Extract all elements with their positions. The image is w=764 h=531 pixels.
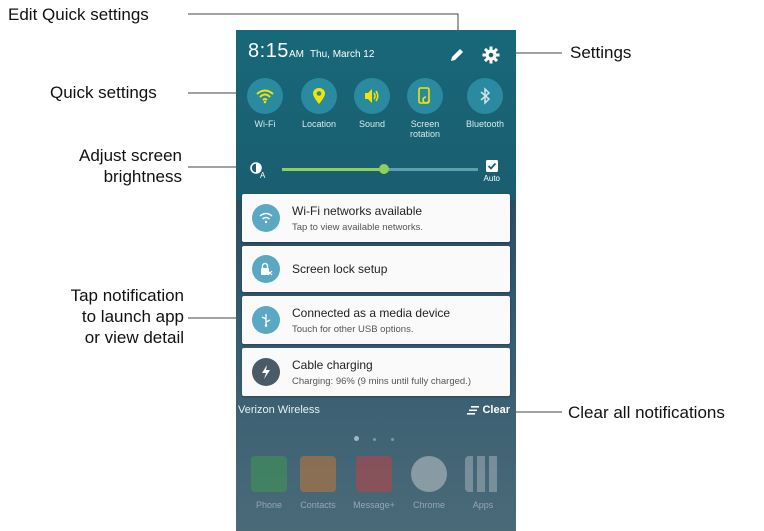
speaker-icon xyxy=(365,89,379,103)
qs-location-circle xyxy=(301,78,337,114)
gear-icon xyxy=(482,46,500,64)
dock-contacts[interactable]: Contacts xyxy=(297,456,339,510)
notification-charging[interactable]: Cable charging Charging: 96% (9 mins unt… xyxy=(242,348,510,396)
dock-label: Chrome xyxy=(412,500,445,510)
qs-rotation-label: Screen rotation xyxy=(400,119,450,139)
dock-label: Apps xyxy=(472,500,494,510)
chrome-app-icon xyxy=(411,456,447,492)
clock-date: Thu, March 12 xyxy=(309,49,375,60)
qs-bluetooth-circle xyxy=(467,78,503,114)
notification-detail: Charging: 96% (9 mins until fully charge… xyxy=(292,376,472,387)
page-dot xyxy=(390,438,394,441)
wifi-icon xyxy=(256,89,274,104)
dock-label: Contacts xyxy=(300,500,336,510)
svg-text:A: A xyxy=(260,171,266,179)
qs-rotation-label-line2: rotation xyxy=(409,129,441,139)
brightness-fill xyxy=(282,168,384,171)
page-indicator xyxy=(354,428,394,446)
location-pin-icon xyxy=(313,88,325,104)
charging-bolt-icon xyxy=(252,358,280,386)
contacts-app-icon xyxy=(300,456,336,492)
notification-title: Connected as a media device xyxy=(292,306,451,320)
qs-wifi-label: Wi-Fi xyxy=(254,119,276,129)
page-dot-home xyxy=(354,436,359,441)
notification-title: Screen lock setup xyxy=(292,262,388,276)
qs-bluetooth[interactable]: Bluetooth xyxy=(460,78,510,129)
clear-notifications-button[interactable]: Clear xyxy=(467,404,510,416)
notification-title: Wi-Fi networks available xyxy=(292,204,423,218)
usb-icon xyxy=(252,306,280,334)
notification-title: Cable charging xyxy=(292,358,373,372)
qs-wifi[interactable]: Wi-Fi xyxy=(240,78,290,129)
wifi-notification-icon xyxy=(252,204,280,232)
brightness-row: A Auto xyxy=(246,158,506,184)
clock-ampm: AM xyxy=(288,49,304,60)
auto-brightness-toggle[interactable]: Auto xyxy=(484,160,500,183)
clear-list-icon xyxy=(467,405,480,415)
dock-label: Message+ xyxy=(353,500,395,510)
dock-chrome[interactable]: Chrome xyxy=(408,456,450,510)
dock-apps[interactable]: Apps xyxy=(462,456,504,510)
qs-sound-label: Sound xyxy=(358,119,386,129)
qs-wifi-circle xyxy=(247,78,283,114)
screen-rotation-icon xyxy=(418,87,430,104)
qs-location-label: Location xyxy=(301,119,337,129)
dock-phone[interactable]: Phone xyxy=(248,456,290,510)
notification-wifi[interactable]: Wi-Fi networks available Tap to view ava… xyxy=(242,194,510,242)
notification-detail: Tap to view available networks. xyxy=(292,222,423,233)
bluetooth-icon xyxy=(480,87,491,105)
notification-detail: Touch for other USB options. xyxy=(292,324,414,335)
screen-lock-icon xyxy=(252,255,280,283)
auto-brightness-label: Auto xyxy=(483,174,500,183)
brightness-icon: A xyxy=(250,162,266,179)
checkbox-checked-icon xyxy=(485,160,498,172)
dock-label: Phone xyxy=(255,500,283,510)
brightness-slider-handle[interactable] xyxy=(379,164,389,174)
messages-app-icon xyxy=(356,456,392,492)
qs-rotation-circle xyxy=(407,78,443,114)
pencil-icon xyxy=(451,49,463,61)
qs-rotation-label-line1: Screen xyxy=(410,119,440,129)
phone-app-icon xyxy=(251,456,287,492)
settings-button[interactable] xyxy=(480,44,502,66)
clear-label: Clear xyxy=(482,404,510,416)
qs-bluetooth-label: Bluetooth xyxy=(465,119,505,129)
dock-messages[interactable]: Message+ xyxy=(353,456,395,510)
carrier-label: Verizon Wireless xyxy=(238,404,320,416)
edit-quick-settings-button[interactable] xyxy=(446,44,468,66)
apps-grid-icon xyxy=(465,456,501,492)
qs-location[interactable]: Location xyxy=(294,78,344,129)
qs-sound-circle xyxy=(354,78,390,114)
page-dot xyxy=(373,438,377,441)
notification-usb[interactable]: Connected as a media device Touch for ot… xyxy=(242,296,510,344)
qs-sound[interactable]: Sound xyxy=(347,78,397,129)
clock-time: 8:15 xyxy=(248,40,289,62)
notification-screen-lock[interactable]: Screen lock setup xyxy=(242,246,510,292)
status-bar: 8:15AM Thu, March 12 xyxy=(248,40,374,63)
qs-screen-rotation[interactable]: Screen rotation xyxy=(400,78,450,139)
phone-screen: 8:15AM Thu, March 12 Wi-Fi Location Soun… xyxy=(236,30,516,531)
